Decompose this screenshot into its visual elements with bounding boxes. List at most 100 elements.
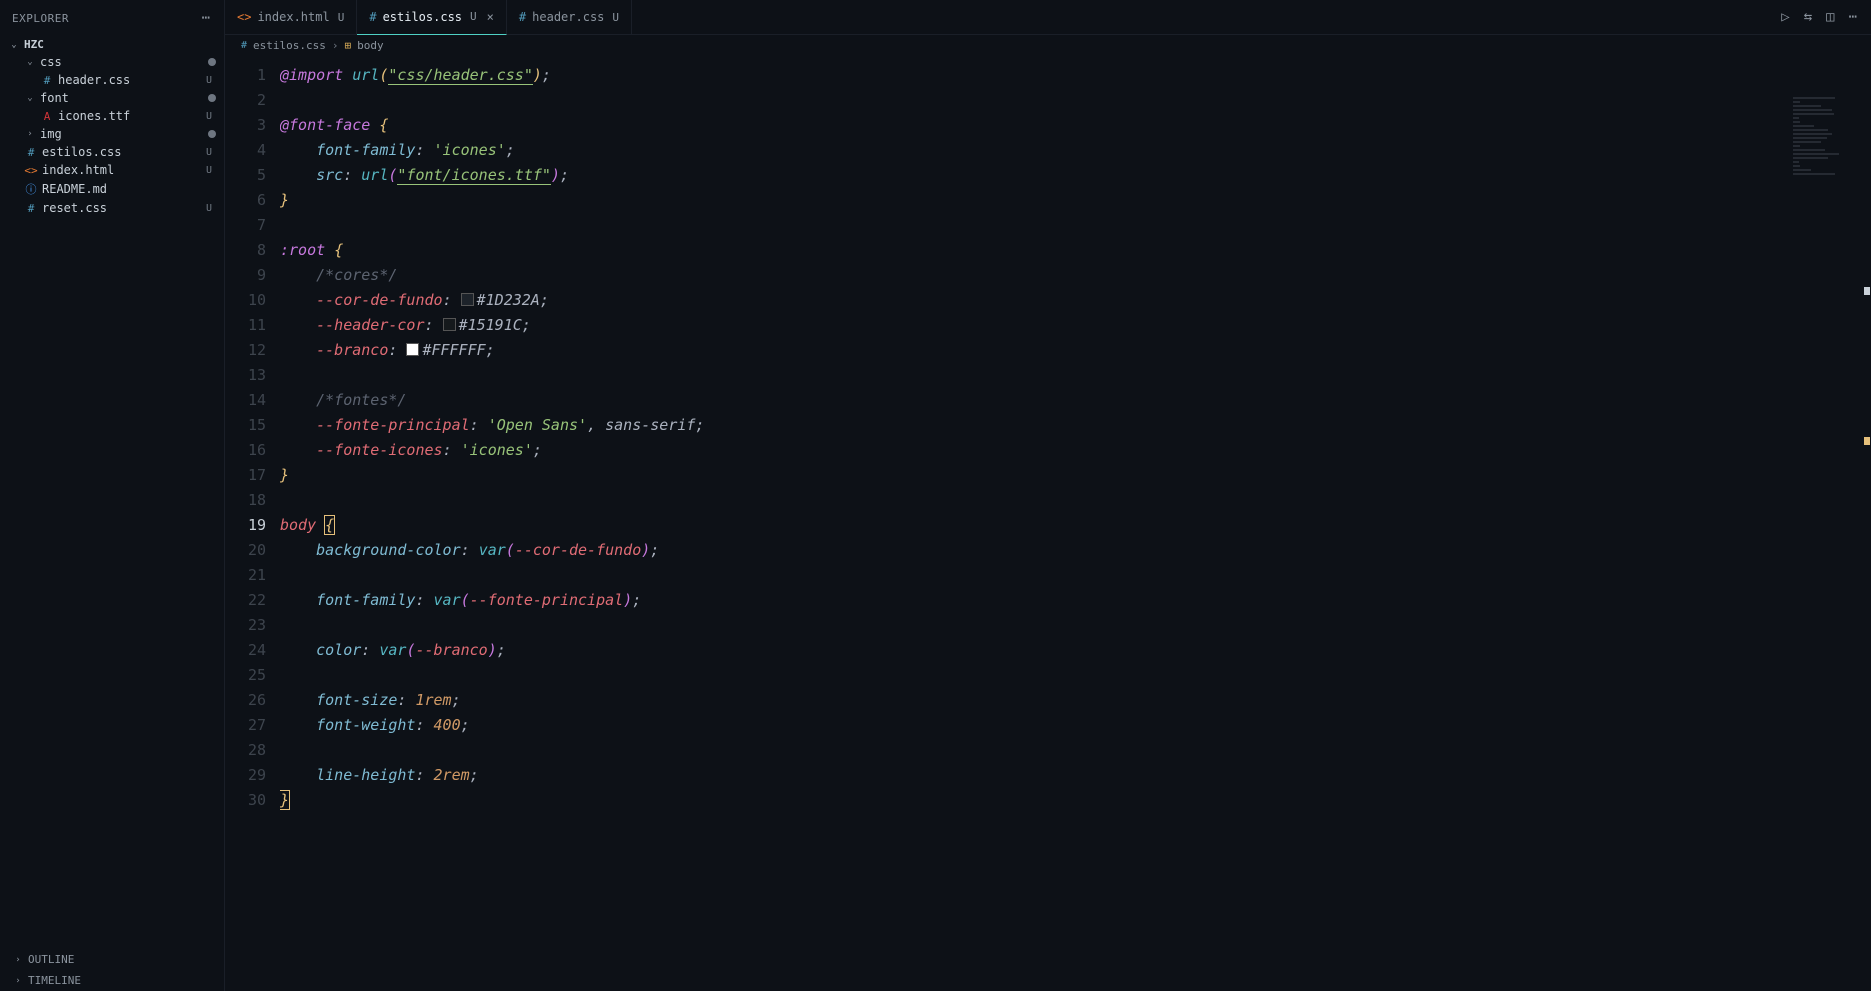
- file-name: index.html: [42, 163, 114, 177]
- file-name: font: [40, 91, 69, 105]
- line-number: 6: [225, 188, 266, 213]
- tab-status: U: [612, 11, 619, 24]
- code-line[interactable]: [280, 613, 1871, 638]
- code-line[interactable]: --cor-de-fundo: #1D232A;: [280, 288, 1871, 313]
- outline-label: OUTLINE: [28, 953, 74, 966]
- tab-label: header.css: [532, 10, 604, 24]
- code-line[interactable]: }: [280, 188, 1871, 213]
- line-number: 25: [225, 663, 266, 688]
- root-label: HZC: [24, 38, 44, 51]
- line-number: 5: [225, 163, 266, 188]
- tree-folder[interactable]: ⌄css: [0, 53, 224, 71]
- line-number: 19: [225, 513, 266, 538]
- line-number: 21: [225, 563, 266, 588]
- code-line[interactable]: --header-cor: #15191C;: [280, 313, 1871, 338]
- code-line[interactable]: /*cores*/: [280, 263, 1871, 288]
- line-number: 20: [225, 538, 266, 563]
- file-status: U: [206, 111, 216, 122]
- editor-main: <>index.htmlU#estilos.cssU×#header.cssU …: [225, 0, 1871, 991]
- chevron-down-icon: ⌄: [8, 40, 20, 50]
- code-line[interactable]: font-family: 'icones';: [280, 138, 1871, 163]
- code-line[interactable]: [280, 738, 1871, 763]
- code-line[interactable]: [280, 488, 1871, 513]
- code-line[interactable]: :root {: [280, 238, 1871, 263]
- line-number: 23: [225, 613, 266, 638]
- code-line[interactable]: @font-face {: [280, 113, 1871, 138]
- tree-file[interactable]: <> index.html U: [0, 161, 224, 179]
- code-line[interactable]: [280, 563, 1871, 588]
- line-number: 27: [225, 713, 266, 738]
- code-line[interactable]: background-color: var(--cor-de-fundo);: [280, 538, 1871, 563]
- outline-section[interactable]: ›OUTLINE: [0, 949, 224, 970]
- code-line[interactable]: font-weight: 400;: [280, 713, 1871, 738]
- tab-actions: ▷ ⇆ ◫ ⋯: [1781, 9, 1871, 25]
- file-status: U: [206, 75, 216, 86]
- line-number: 9: [225, 263, 266, 288]
- tree-root[interactable]: ⌄ HZC: [0, 36, 224, 53]
- file-status: U: [206, 203, 216, 214]
- tab-estilos-css[interactable]: #estilos.cssU×: [357, 0, 507, 35]
- md-file-icon: ⓘ: [24, 181, 38, 197]
- file-name: reset.css: [42, 201, 107, 215]
- code-line[interactable]: --fonte-principal: 'Open Sans', sans-ser…: [280, 413, 1871, 438]
- file-name: README.md: [42, 182, 107, 196]
- compare-icon[interactable]: ⇆: [1804, 9, 1812, 25]
- tree-file[interactable]: # reset.css U: [0, 199, 224, 217]
- timeline-section[interactable]: ›TIMELINE: [0, 970, 224, 991]
- html-file-icon: <>: [24, 164, 38, 177]
- code-line[interactable]: [280, 213, 1871, 238]
- code-line[interactable]: [280, 363, 1871, 388]
- file-status: U: [206, 165, 216, 176]
- editor[interactable]: 1234567891011121314151617181920212223242…: [225, 57, 1871, 991]
- code-line[interactable]: }: [280, 788, 1871, 813]
- more-icon[interactable]: ⋯: [1849, 9, 1857, 25]
- explorer-header: EXPLORER ⋯: [0, 0, 224, 36]
- file-status: [208, 94, 216, 102]
- line-number: 3: [225, 113, 266, 138]
- explorer-more-icon[interactable]: ⋯: [202, 10, 212, 26]
- chevron-down-icon: ⌄: [24, 93, 36, 103]
- chevron-right-icon: ›: [12, 976, 24, 986]
- tab-header-css[interactable]: #header.cssU: [507, 0, 632, 35]
- file-name: img: [40, 127, 62, 141]
- css-file-icon: #: [24, 202, 38, 215]
- code-line[interactable]: line-height: 2rem;: [280, 763, 1871, 788]
- code-area[interactable]: @import url("css/header.css"); @font-fac…: [280, 57, 1871, 991]
- tab-label: estilos.css: [383, 10, 462, 24]
- tab-bar: <>index.htmlU#estilos.cssU×#header.cssU …: [225, 0, 1871, 35]
- symbol-icon: ⊞: [345, 39, 352, 52]
- code-line[interactable]: color: var(--branco);: [280, 638, 1871, 663]
- code-line[interactable]: --branco: #FFFFFF;: [280, 338, 1871, 363]
- tree-folder[interactable]: ⌄ font: [0, 89, 224, 107]
- breadcrumb-separator: ›: [332, 39, 339, 52]
- code-line[interactable]: [280, 663, 1871, 688]
- line-gutter: 1234567891011121314151617181920212223242…: [225, 57, 280, 991]
- code-line[interactable]: /*fontes*/: [280, 388, 1871, 413]
- tree-file[interactable]: Aicones.ttfU: [0, 107, 224, 125]
- split-icon[interactable]: ◫: [1826, 9, 1834, 25]
- breadcrumb[interactable]: # estilos.css › ⊞ body: [225, 35, 1871, 57]
- tree-file[interactable]: #estilos.cssU: [0, 143, 224, 161]
- font-file-icon: A: [40, 110, 54, 123]
- code-line[interactable]: body {: [280, 513, 1871, 538]
- run-icon[interactable]: ▷: [1781, 9, 1789, 25]
- close-icon[interactable]: ×: [487, 10, 494, 24]
- file-name: css: [40, 55, 62, 69]
- code-line[interactable]: [280, 88, 1871, 113]
- tree-file[interactable]: ⓘ README.md: [0, 179, 224, 199]
- line-number: 12: [225, 338, 266, 363]
- code-line[interactable]: }: [280, 463, 1871, 488]
- tab-label: index.html: [257, 10, 329, 24]
- html-file-icon: <>: [237, 10, 251, 24]
- line-number: 8: [225, 238, 266, 263]
- tab-index-html[interactable]: <>index.htmlU: [225, 0, 357, 35]
- code-line[interactable]: --fonte-icones: 'icones';: [280, 438, 1871, 463]
- tree-folder[interactable]: ›img: [0, 125, 224, 143]
- code-line[interactable]: font-size: 1rem;: [280, 688, 1871, 713]
- tree-file[interactable]: #header.cssU: [0, 71, 224, 89]
- code-line[interactable]: @import url("css/header.css");: [280, 63, 1871, 88]
- code-line[interactable]: src: url("font/icones.ttf");: [280, 163, 1871, 188]
- css-file-icon: #: [241, 40, 247, 51]
- code-line[interactable]: font-family: var(--fonte-principal);: [280, 588, 1871, 613]
- line-number: 2: [225, 88, 266, 113]
